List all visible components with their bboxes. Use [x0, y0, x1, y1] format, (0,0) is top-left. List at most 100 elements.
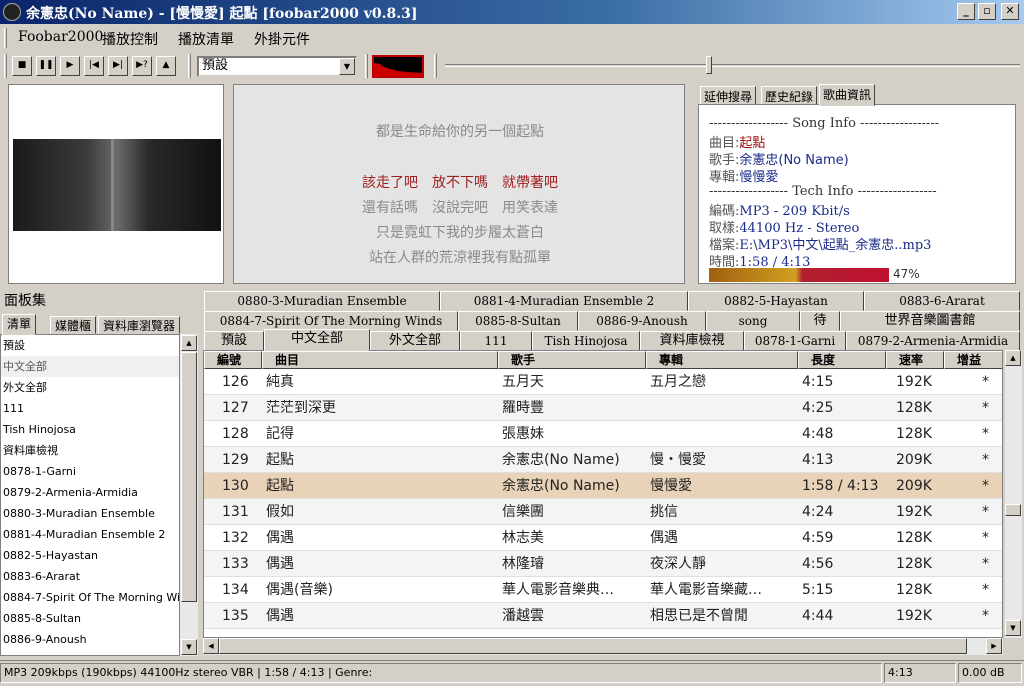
list-item[interactable]: 外文全部: [1, 377, 179, 398]
minimize-button[interactable]: _: [957, 3, 975, 20]
cell-title: 起點: [266, 452, 294, 468]
menu-playback[interactable]: 播放控制: [102, 29, 158, 49]
pause-button[interactable]: ❚❚: [36, 56, 56, 76]
seek-thumb[interactable]: [706, 56, 712, 74]
table-row[interactable]: 126 純真 五月天 五月之戀 4:15 192K *: [204, 369, 1002, 395]
column-header-bitrate[interactable]: 速率: [886, 351, 944, 369]
list-item[interactable]: 資料庫檢視: [1, 440, 179, 461]
table-row[interactable]: 131 假如 信樂團 挑信 4:24 192K *: [204, 499, 1002, 525]
tab-playlist-world-music[interactable]: 世界音樂圖書館: [840, 311, 1020, 331]
window-title: 余憲忠(No Name) - [慢慢愛] 起點 [foobar2000 v0.8…: [26, 6, 418, 22]
column-header-number[interactable]: 編號: [204, 351, 262, 369]
spectrum-visualizer[interactable]: [372, 55, 424, 78]
menu-components[interactable]: 外掛元件: [254, 29, 310, 49]
tab-playlist-tish-hinojosa[interactable]: Tish Hinojosa: [532, 331, 640, 351]
scroll-down-icon[interactable]: ▼: [1005, 620, 1021, 636]
list-item[interactable]: 0880-3-Muradian Ensemble: [1, 503, 179, 524]
list-item[interactable]: 0886-9-Anoush: [1, 629, 179, 650]
list-item[interactable]: 0883-6-Ararat: [1, 566, 179, 587]
tab-playlist-0886[interactable]: 0886-9-Anoush: [578, 311, 706, 331]
tab-playlist-0880[interactable]: 0880-3-Muradian Ensemble: [204, 291, 440, 311]
title-bar[interactable]: 余憲忠(No Name) - [慢慢愛] 起點 [foobar2000 v0.8…: [0, 0, 1024, 24]
stop-button[interactable]: ■: [12, 56, 32, 76]
tab-extended-search[interactable]: 延伸搜尋: [700, 86, 757, 105]
list-item-selected[interactable]: 中文全部: [1, 356, 179, 377]
scroll-left-icon[interactable]: ◀: [203, 638, 219, 654]
sidebar-scrollbar[interactable]: ▲ ▼: [180, 334, 198, 656]
next-button[interactable]: ▶|: [108, 56, 128, 76]
menu-bar: Foobar2000 播放控制 播放清單 外掛元件: [0, 26, 1024, 50]
tab-media-library[interactable]: 媒體櫃: [50, 316, 97, 334]
menu-foobar2000[interactable]: Foobar2000: [18, 29, 103, 45]
tab-history[interactable]: 歷史紀錄: [761, 86, 818, 105]
scroll-up-icon[interactable]: ▲: [181, 335, 197, 351]
close-button[interactable]: ✕: [1001, 3, 1019, 20]
tab-playlist-0884[interactable]: 0884-7-Spirit Of The Morning Winds: [204, 311, 458, 331]
lyric-line: 只是霓虹下我的步履太蒼白: [376, 225, 544, 241]
table-row[interactable]: 128 記得 張惠妹 4:48 128K *: [204, 421, 1002, 447]
list-item[interactable]: 111: [1, 398, 179, 419]
seek-bar[interactable]: [445, 64, 1020, 67]
tab-playlist-database-view[interactable]: 資料庫檢視: [640, 331, 744, 351]
chevron-down-icon[interactable]: ▼: [339, 58, 355, 75]
list-item[interactable]: 0881-4-Muradian Ensemble 2: [1, 524, 179, 545]
sidebar-scroll-thumb[interactable]: [181, 352, 197, 602]
tab-playlist-0882[interactable]: 0882-5-Hayastan: [688, 291, 864, 311]
random-button[interactable]: ▶?: [132, 56, 152, 76]
list-item[interactable]: Tish Hinojosa: [1, 419, 179, 440]
table-row[interactable]: 135 偶遇 潘越雲 相思已是不曾閒 4:44 192K *: [204, 603, 1002, 629]
tab-playlist-song[interactable]: song: [706, 311, 800, 331]
cell-artist: 潘越雲: [502, 608, 544, 624]
table-row-playing[interactable]: 130 起點 余憲忠(No Name) 慢慢愛 1:58 / 4:13 209K *: [204, 473, 1002, 499]
table-hscroll-thumb[interactable]: [219, 638, 967, 654]
scroll-down-icon[interactable]: ▼: [181, 639, 197, 655]
table-vertical-scrollbar[interactable]: ▲ ▼: [1005, 350, 1022, 638]
cell-bitrate: 128K: [896, 582, 932, 598]
tab-playlist-111[interactable]: 111: [460, 331, 532, 351]
tab-playlist-0881[interactable]: 0881-4-Muradian Ensemble 2: [440, 291, 688, 311]
tab-database-browser[interactable]: 資料庫瀏覽器: [98, 316, 181, 334]
previous-button[interactable]: |◀: [84, 56, 104, 76]
column-header-length[interactable]: 長度: [798, 351, 886, 369]
table-row[interactable]: 127 茫茫到深更 羅時豐 4:25 128K *: [204, 395, 1002, 421]
tab-playlist-0879[interactable]: 0879-2-Armenia-Armidia: [846, 331, 1020, 351]
list-item[interactable]: 預設: [1, 335, 179, 356]
list-item[interactable]: 0878-1-Garni: [1, 461, 179, 482]
tab-playlist-foreign-all[interactable]: 外文全部: [370, 331, 460, 351]
scroll-up-icon[interactable]: ▲: [1005, 350, 1021, 366]
table-horizontal-scrollbar[interactable]: ◀ ▶: [203, 638, 1003, 655]
menu-playlist[interactable]: 播放清單: [178, 29, 234, 49]
table-scroll-thumb[interactable]: [1005, 504, 1021, 516]
column-header-album[interactable]: 專輯: [646, 351, 798, 369]
column-header-title[interactable]: 曲目: [262, 351, 498, 369]
maximize-button[interactable]: ▫: [978, 3, 996, 20]
tab-song-info[interactable]: 歌曲資訊: [819, 84, 876, 106]
lyrics-panel[interactable]: 都是生命給你的另一個起點 該走了吧 放不下嗎 就帶著吧 還有話嗎 沒說完吧 用笑…: [233, 84, 685, 284]
track-table[interactable]: 編號 曲目 歌手 專輯 長度 速率 增益 126 純真 五月天 五月之戀 4:15 192…: [203, 350, 1003, 638]
open-button[interactable]: ▲: [156, 56, 176, 76]
table-row[interactable]: 129 起點 余憲忠(No Name) 慢・慢愛 4:13 209K *: [204, 447, 1002, 473]
column-header-gain[interactable]: 增益: [944, 351, 1002, 369]
list-item[interactable]: 0884-7-Spirit Of The Morning Winds: [1, 587, 179, 608]
list-item[interactable]: 0882-5-Hayastan: [1, 545, 179, 566]
tab-playlist-0883[interactable]: 0883-6-Ararat: [864, 291, 1020, 311]
cell-number: 130: [222, 478, 249, 494]
list-item[interactable]: 0879-2-Armenia-Armidia: [1, 482, 179, 503]
column-header-artist[interactable]: 歌手: [498, 351, 646, 369]
tab-playlist-wait[interactable]: 待: [800, 311, 840, 331]
playlist-list[interactable]: 預設 中文全部 外文全部 111 Tish Hinojosa 資料庫檢視 087…: [0, 334, 180, 656]
tab-playlist-0885[interactable]: 0885-8-Sultan: [458, 311, 578, 331]
list-item[interactable]: 0885-8-Sultan: [1, 608, 179, 629]
tab-playlist-chinese-all[interactable]: 中文全部: [264, 329, 370, 351]
tab-playlist-0878[interactable]: 0878-1-Garni: [744, 331, 846, 351]
play-button[interactable]: ▶: [60, 56, 80, 76]
table-row[interactable]: 134 偶遇(音樂) 華人電影音樂典… 華人電影音樂藏… 5:15 128K *: [204, 577, 1002, 603]
cell-bitrate: 209K: [896, 478, 932, 494]
tab-playlist-default[interactable]: 預設: [204, 331, 264, 351]
cell-artist: 羅時豐: [502, 400, 544, 416]
table-row[interactable]: 132 偶遇 林志美 偶遇 4:59 128K *: [204, 525, 1002, 551]
scroll-right-icon[interactable]: ▶: [986, 638, 1002, 654]
preset-select[interactable]: 預設 ▼: [197, 56, 357, 77]
table-row[interactable]: 133 偶遇 林隆璿 夜深人靜 4:56 128K *: [204, 551, 1002, 577]
tab-list[interactable]: 清單: [2, 314, 37, 335]
